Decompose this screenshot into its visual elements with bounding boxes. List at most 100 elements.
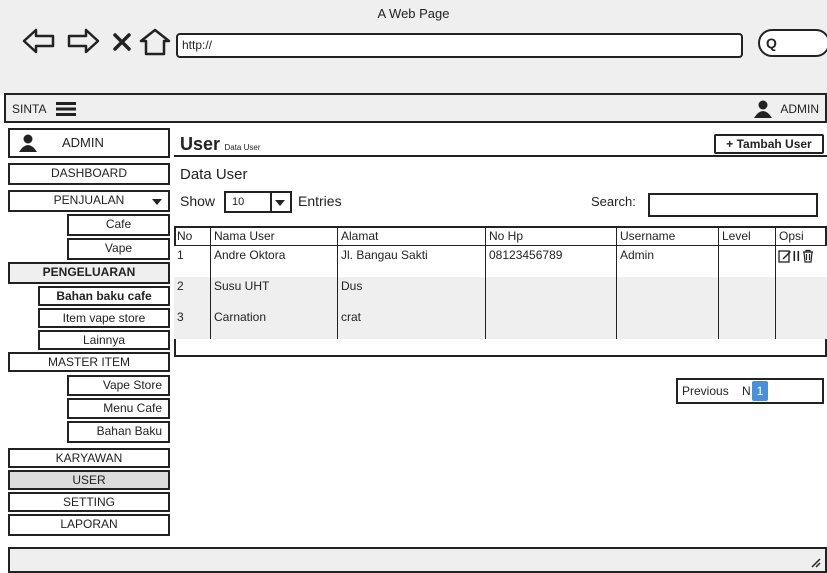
sidebar-item-label: LAPORAN (60, 517, 118, 531)
select-divider (270, 191, 272, 213)
cell-nama-user: Susu UHT (210, 277, 338, 308)
add-user-button[interactable]: + Tambah User (714, 134, 824, 154)
table-row: 2 Susu UHT Dus (174, 277, 827, 308)
user-icon (753, 100, 773, 118)
cell-level (718, 308, 776, 339)
page-title: User (180, 134, 221, 154)
sidebar-item-laporan[interactable]: LAPORAN (8, 514, 170, 536)
sidebar-item-label: Item vape store (62, 311, 146, 325)
entries-value: 10 (232, 196, 245, 208)
cell-nama-user: Carnation (210, 308, 338, 339)
sidebar-item-label: KARYAWAN (55, 451, 123, 465)
entries-select[interactable]: 10 (224, 191, 292, 213)
col-level: Level (718, 227, 776, 246)
sidebar-item-setting[interactable]: SETTING (8, 492, 170, 512)
sidebar-item-label: DASHBOARD (50, 166, 127, 180)
chevron-down-icon (152, 199, 162, 205)
cell-level (718, 277, 776, 308)
cell-alamat: Dus (337, 277, 486, 308)
sidebar-item-label: SETTING (62, 495, 115, 509)
trash-icon[interactable] (801, 249, 815, 263)
cell-level (718, 245, 776, 277)
back-arrow-icon[interactable] (22, 28, 56, 54)
next-button[interactable]: N (742, 384, 751, 398)
table-header-row: No Nama User Alamat No Hp Username Level… (174, 227, 827, 246)
pause-icon[interactable] (792, 249, 801, 263)
sidebar-item-label: Vape (104, 241, 133, 255)
app-header: SINTA ADMIN (4, 93, 827, 123)
sidebar-item-master-item[interactable]: MASTER ITEM (8, 352, 170, 372)
hamburger-menu-icon[interactable] (55, 100, 77, 118)
cell-no: 1 (174, 245, 211, 277)
page-subtitle: Data User (224, 143, 261, 152)
page-1-button[interactable]: 1 (752, 381, 768, 401)
forward-arrow-icon[interactable] (66, 28, 100, 54)
sidebar-item-vape-store[interactable]: Vape Store (67, 375, 170, 396)
heading-divider (174, 155, 827, 157)
window-title: A Web Page (377, 6, 450, 21)
sidebar-item-item-vape-store[interactable]: Item vape store (38, 308, 170, 328)
table-row: 1 Andre Oktora Jl. Bangau Sakti 08123456… (174, 245, 827, 277)
edit-icon[interactable] (778, 249, 792, 263)
sidebar-item-label: Vape Store (102, 378, 162, 392)
sidebar-user-header: ADMIN (8, 128, 170, 158)
cell-opsi (775, 277, 827, 308)
col-no: No (174, 227, 211, 246)
sidebar-user-name: ADMIN (62, 135, 104, 150)
search-label: Search: (591, 194, 636, 209)
cell-no-hp (485, 277, 617, 308)
sidebar-item-label: Cafe (105, 217, 132, 231)
sidebar-item-bahan-baku[interactable]: Bahan Baku (67, 421, 170, 443)
sidebar-item-karyawan[interactable]: KARYAWAN (8, 448, 170, 468)
status-bar (8, 547, 827, 573)
browser-search-field[interactable]: Q (758, 29, 827, 57)
cell-no: 2 (174, 277, 211, 308)
sidebar-item-label: Bahan baku cafe (56, 289, 152, 303)
data-table: No Nama User Alamat No Hp Username Level… (174, 227, 827, 339)
url-field[interactable]: http:// (176, 33, 743, 58)
sidebar-item-label: PENJUALAN (53, 193, 125, 207)
sidebar-item-label: USER (72, 473, 106, 487)
previous-button[interactable]: Previous (682, 384, 729, 398)
table-search-input[interactable] (648, 193, 818, 217)
sidebar-item-pengeluaran[interactable]: PENGELUARAN (8, 262, 170, 284)
cell-no: 3 (174, 308, 211, 339)
cell-no-hp: 08123456789 (485, 245, 617, 277)
search-icon: Q (766, 35, 777, 51)
col-nama-user: Nama User (210, 227, 338, 246)
entries-label: Entries (298, 193, 342, 209)
cell-alamat: Jl. Bangau Sakti (337, 245, 486, 277)
col-alamat: Alamat (337, 227, 486, 246)
sidebar-item-lainnya[interactable]: Lainnya (38, 330, 170, 350)
sidebar-item-user[interactable]: USER (8, 470, 170, 490)
resize-grip-icon[interactable] (811, 558, 821, 568)
sidebar-item-penjualan[interactable]: PENJUALAN (8, 190, 170, 212)
home-icon[interactable] (138, 28, 172, 56)
col-opsi: Opsi (775, 227, 827, 246)
sidebar-item-menu-cafe[interactable]: Menu Cafe (67, 398, 170, 419)
col-no-hp: No Hp (485, 227, 617, 246)
cell-username (616, 308, 719, 339)
user-icon (18, 134, 38, 152)
chevron-down-icon (275, 200, 285, 206)
sidebar-item-label: Menu Cafe (103, 401, 162, 415)
cell-alamat: crat (337, 308, 486, 339)
col-username: Username (616, 227, 719, 246)
cell-username: Admin (616, 245, 719, 277)
cell-no-hp (485, 308, 617, 339)
cell-opsi (775, 308, 827, 339)
sidebar-item-bahan-baku-cafe[interactable]: Bahan baku cafe (38, 286, 170, 306)
sidebar-item-label: Bahan Baku (96, 424, 162, 438)
sidebar-item-label: PENGELUARAN (42, 265, 136, 279)
brand-label: SINTA (12, 102, 47, 116)
close-icon[interactable] (112, 28, 132, 54)
show-label: Show (180, 193, 216, 209)
pagination: Previous N 1 (676, 378, 824, 404)
sidebar-item-label: Lainnya (82, 333, 126, 347)
sidebar-item-dashboard[interactable]: DASHBOARD (8, 163, 170, 185)
sidebar-item-vape[interactable]: Vape (67, 238, 170, 260)
user-name[interactable]: ADMIN (780, 102, 819, 116)
cell-nama-user: Andre Oktora (210, 245, 338, 277)
cell-opsi (775, 245, 827, 277)
sidebar-item-cafe[interactable]: Cafe (67, 214, 170, 236)
